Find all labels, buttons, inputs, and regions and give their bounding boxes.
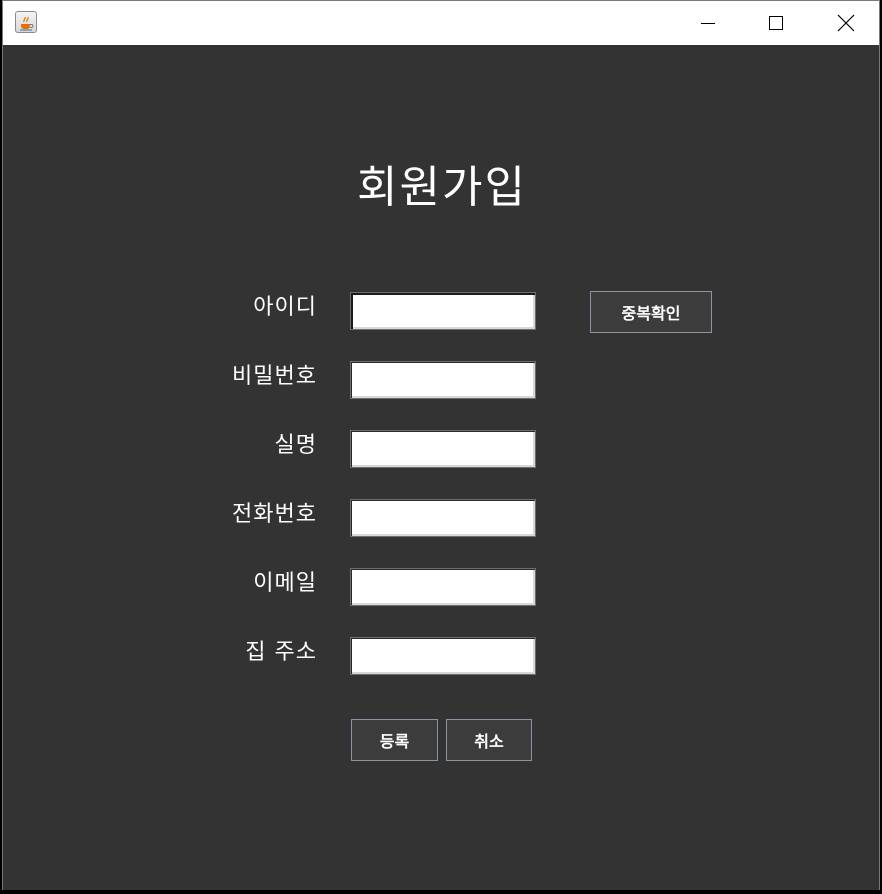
real-name-label: 실명 — [274, 433, 317, 458]
maximize-button[interactable] — [741, 1, 811, 45]
java-coffee-icon — [15, 11, 37, 33]
duplicate-check-button[interactable]: 중복확인 — [590, 291, 712, 333]
title-bar[interactable] — [3, 0, 879, 45]
address-input[interactable] — [350, 637, 536, 675]
real-name-input[interactable] — [350, 430, 536, 468]
minimize-icon — [701, 23, 715, 24]
password-input[interactable] — [350, 361, 536, 399]
maximize-icon — [769, 16, 783, 30]
close-icon — [837, 14, 855, 32]
close-button[interactable] — [811, 1, 881, 45]
email-input[interactable] — [350, 568, 536, 606]
cancel-button[interactable]: 취소 — [446, 719, 532, 761]
email-label: 이메일 — [253, 571, 317, 596]
page-title: 회원가입 — [357, 162, 527, 213]
phone-input[interactable] — [350, 499, 536, 537]
phone-label: 전화번호 — [232, 502, 317, 527]
signup-window: 회원가입 아이디 비밀번호 실명 전화번호 이메일 집 주소 중복확인 등록 취… — [2, 0, 880, 890]
password-label: 비밀번호 — [232, 364, 317, 389]
id-label: 아이디 — [253, 295, 317, 320]
minimize-button[interactable] — [673, 1, 743, 45]
id-input[interactable] — [350, 292, 536, 330]
address-label: 집 주소 — [245, 640, 317, 665]
register-button[interactable]: 등록 — [351, 719, 438, 761]
